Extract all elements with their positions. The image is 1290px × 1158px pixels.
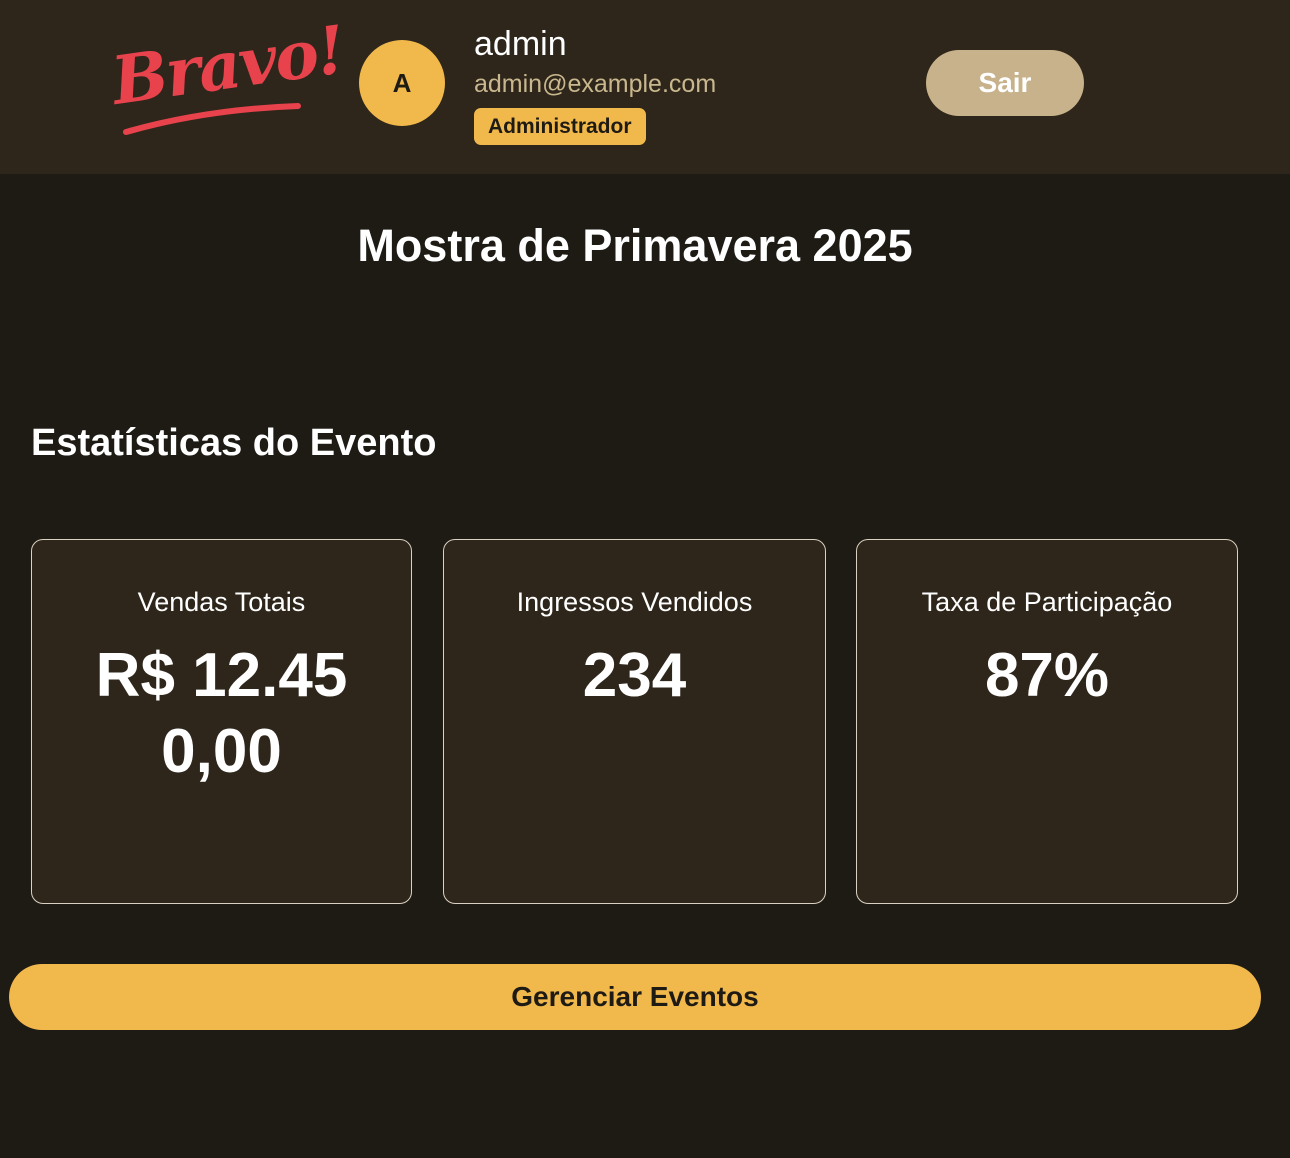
user-email: admin@example.com — [474, 70, 717, 98]
avatar-initial: A — [392, 67, 412, 98]
event-title: Mostra de Primavera 2025 — [357, 220, 913, 271]
logout-button[interactable]: Sair — [926, 50, 1084, 116]
section-title: Estatísticas do Evento — [31, 422, 437, 464]
stat-value: 234 — [582, 641, 687, 710]
avatar[interactable]: A — [359, 40, 445, 126]
logo-underline-swoosh — [123, 103, 301, 135]
role-badge: Administrador — [474, 108, 646, 145]
stat-card-tickets-sold: Ingressos Vendidos 234 — [443, 539, 826, 904]
stat-card-total-sales: Vendas Totais R$ 12.450,00 — [31, 539, 412, 904]
user-name: admin — [474, 25, 567, 63]
stat-label: Vendas Totais — [137, 587, 306, 617]
stat-label: Taxa de Participação — [921, 587, 1173, 617]
stat-label: Ingressos Vendidos — [516, 587, 753, 617]
manage-events-button[interactable]: Gerenciar Eventos — [9, 964, 1261, 1030]
top-header: Bravo! A admin admin@example.com Adminis… — [0, 0, 1290, 174]
stat-value: R$ 12.450,00 — [95, 641, 348, 786]
stat-value: 87% — [984, 641, 1110, 710]
bravo-logo[interactable]: Bravo! — [107, 10, 348, 145]
stat-card-attendance-rate: Taxa de Participação 87% — [856, 539, 1238, 904]
